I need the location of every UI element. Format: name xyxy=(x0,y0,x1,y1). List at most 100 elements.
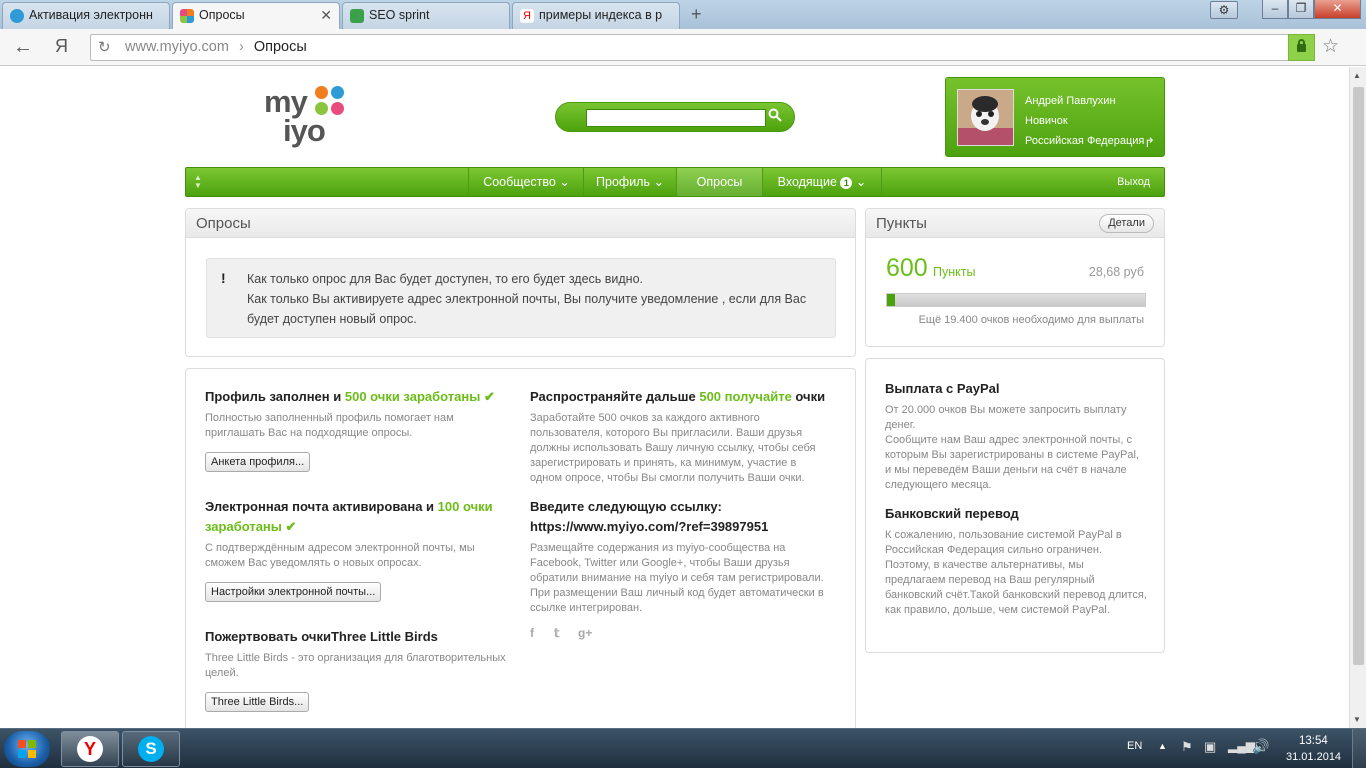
network-icon[interactable]: ▂▄▆ xyxy=(1228,739,1255,753)
taskbar-skype[interactable]: S xyxy=(122,731,180,767)
logo-dot-orange xyxy=(315,86,328,99)
tab-surveys[interactable]: Опросы ✕ xyxy=(172,2,340,30)
twitter-icon[interactable]: 𝕥 xyxy=(554,626,560,640)
close-window-button[interactable]: ✕ xyxy=(1314,0,1361,19)
language-indicator[interactable]: EN xyxy=(1127,740,1142,752)
main-nav: ▲ ▼ Сообщество ⌄ Профиль ⌄ Опросы Входящи… xyxy=(185,167,1165,197)
referral-link-title: Введите следующую ссылку: xyxy=(530,499,722,514)
email-settings-button[interactable]: Настройки электронной почты... xyxy=(205,582,382,602)
scroll-up-icon[interactable]: ▲ xyxy=(1353,71,1361,80)
myiyo-favicon-icon xyxy=(180,9,194,23)
logo-dot-green xyxy=(315,102,328,115)
email-task-desc: С подтверждённым адресом электронной поч… xyxy=(205,542,475,569)
donate-task-title: Пожертвовать очкиThree Little Birds xyxy=(205,629,438,644)
nav-inbox[interactable]: Входящие 1 ⌄ xyxy=(762,168,882,196)
spread-task-desc: Заработайте 500 очков за каждого активно… xyxy=(530,412,816,484)
volume-icon[interactable]: 🔊 xyxy=(1252,738,1269,755)
close-tab-icon[interactable]: ✕ xyxy=(320,3,332,28)
settings-gear-icon[interactable]: ⚙ xyxy=(1210,1,1238,19)
chevron-down-icon: ⌄ xyxy=(855,175,867,189)
check-icon: ✔ xyxy=(483,389,495,404)
scroll-down-icon[interactable]: ▼ xyxy=(1353,715,1361,724)
share-arrow-icon[interactable]: ↱ xyxy=(1144,135,1155,151)
chevron-down-icon: ⌄ xyxy=(559,175,570,189)
url-page: Опросы xyxy=(253,39,307,55)
email-task-title: Электронная почта активирована и 100 очк… xyxy=(205,499,493,534)
yandex-button[interactable]: Я xyxy=(55,36,68,57)
bank-transfer-title: Банковский перевод xyxy=(885,506,1019,521)
collapse-toggle-icon[interactable]: ▲ ▼ xyxy=(194,174,202,190)
points-unit: Пункты xyxy=(933,265,976,279)
logout-link[interactable]: Выход xyxy=(1117,168,1150,196)
search-icon[interactable] xyxy=(768,108,782,125)
surveys-title: Опросы xyxy=(186,209,855,238)
referral-link-desc: Размещайте содержания из myiyo-сообществ… xyxy=(530,542,824,614)
site-search xyxy=(555,102,795,132)
surveys-panel: Опросы ! Как только опрос для Вас будет … xyxy=(185,208,856,357)
clock-date[interactable]: 31.01.2014 xyxy=(1286,751,1341,763)
paypal-text: От 20.000 очков Вы можете запросить выпл… xyxy=(885,404,1139,491)
tab-index-examples[interactable]: Я примеры индекса в р xyxy=(512,2,680,29)
action-center-flag-icon[interactable]: ⚑ xyxy=(1181,739,1193,755)
device-icon[interactable]: ▣ xyxy=(1204,739,1216,755)
tab-seo-sprint[interactable]: SEO sprint xyxy=(342,2,510,29)
user-info: Андрей Павлухин Новичок Российская Федер… xyxy=(1025,91,1144,151)
points-value: 600 xyxy=(886,254,928,282)
paypal-title: Выплата с PayPal xyxy=(885,381,1000,396)
bookmark-star-icon[interactable]: ☆ xyxy=(1322,35,1339,58)
tray-expand-icon[interactable]: ▲ xyxy=(1158,741,1167,751)
url-bar[interactable]: ↻ www.myiyo.com › Опросы xyxy=(90,34,1315,61)
payout-panel: Выплата с PayPal От 20.000 очков Вы може… xyxy=(865,358,1165,653)
warning-icon: ! xyxy=(221,270,226,286)
check-icon: ✔ xyxy=(285,519,297,534)
url-separator: › xyxy=(238,39,244,55)
chevron-down-icon: ⌄ xyxy=(653,175,664,189)
donate-button[interactable]: Three Little Birds... xyxy=(205,692,310,712)
back-button[interactable]: ← xyxy=(13,36,33,59)
url-text: www.myiyo.com › Опросы xyxy=(125,39,307,55)
user-card[interactable]: Андрей Павлухин Новичок Российская Федер… xyxy=(945,77,1165,157)
profile-task-desc: Полностью заполненный профиль помогает н… xyxy=(205,412,454,439)
user-level: Новичок xyxy=(1025,115,1068,127)
points-progress-bar xyxy=(886,293,1146,307)
taskbar-yandex-browser[interactable]: Y xyxy=(61,731,119,767)
logo-dot-blue xyxy=(331,86,344,99)
notice-text: Как только опрос для Вас будет доступен,… xyxy=(247,272,807,326)
new-tab-button[interactable]: + xyxy=(691,4,702,25)
url-domain: www.myiyo.com xyxy=(125,39,229,55)
nav-profile[interactable]: Профиль ⌄ xyxy=(583,168,676,196)
points-money: 28,68 руб xyxy=(1088,265,1144,279)
address-toolbar: ← Я ↻ www.myiyo.com › Опросы ☆ xyxy=(0,29,1366,66)
clock-time[interactable]: 13:54 xyxy=(1299,735,1328,747)
scrollbar-thumb[interactable] xyxy=(1353,87,1364,665)
lock-icon[interactable] xyxy=(1288,34,1315,61)
yandex-browser-icon: Y xyxy=(77,736,103,762)
logo-dot-pink xyxy=(331,102,344,115)
details-button[interactable]: Детали xyxy=(1099,214,1154,233)
points-note: Ещё 19.400 очков необходимо для выплаты xyxy=(918,314,1144,326)
tab-activation[interactable]: Активация электронн xyxy=(2,2,170,29)
browser-tabbar: Активация электронн Опросы ✕ SEO sprint … xyxy=(0,0,1366,30)
user-name[interactable]: Андрей Павлухин xyxy=(1025,91,1144,111)
maximize-button[interactable]: ❐ xyxy=(1288,0,1314,19)
facebook-icon[interactable]: f xyxy=(530,626,534,640)
start-button[interactable] xyxy=(4,731,50,767)
profile-task-title: Профиль заполнен и 500 очки заработаны ✔ xyxy=(205,389,495,404)
profile-survey-button[interactable]: Анкета профиля... xyxy=(205,452,311,472)
referral-link-url[interactable]: https://www.myiyo.com/?ref=39897951 xyxy=(530,517,840,537)
minimize-button[interactable]: – xyxy=(1262,0,1288,19)
points-panel: Пункты Детали 600 Пункты 28,68 руб Ещё 1… xyxy=(865,208,1165,347)
page-scrollbar[interactable]: ▲ ▼ xyxy=(1349,67,1366,728)
mail-icon xyxy=(10,9,24,23)
windows-taskbar: Y S EN ▲ ⚑ ▣ ▂▄▆ 🔊 13:54 31.01.2014 xyxy=(0,728,1366,768)
reload-icon[interactable]: ↻ xyxy=(98,38,111,56)
nav-community[interactable]: Сообщество ⌄ xyxy=(468,168,584,196)
google-plus-icon[interactable]: g+ xyxy=(578,626,592,640)
search-input[interactable] xyxy=(586,109,766,127)
seo-sprint-icon xyxy=(350,9,364,23)
nav-surveys[interactable]: Опросы xyxy=(676,168,762,196)
inbox-count-badge: 1 xyxy=(840,176,853,189)
avatar[interactable] xyxy=(957,89,1014,146)
show-desktop-button[interactable] xyxy=(1352,729,1366,768)
bank-transfer-text: К сожалению, пользование системой PayPal… xyxy=(885,529,1147,616)
